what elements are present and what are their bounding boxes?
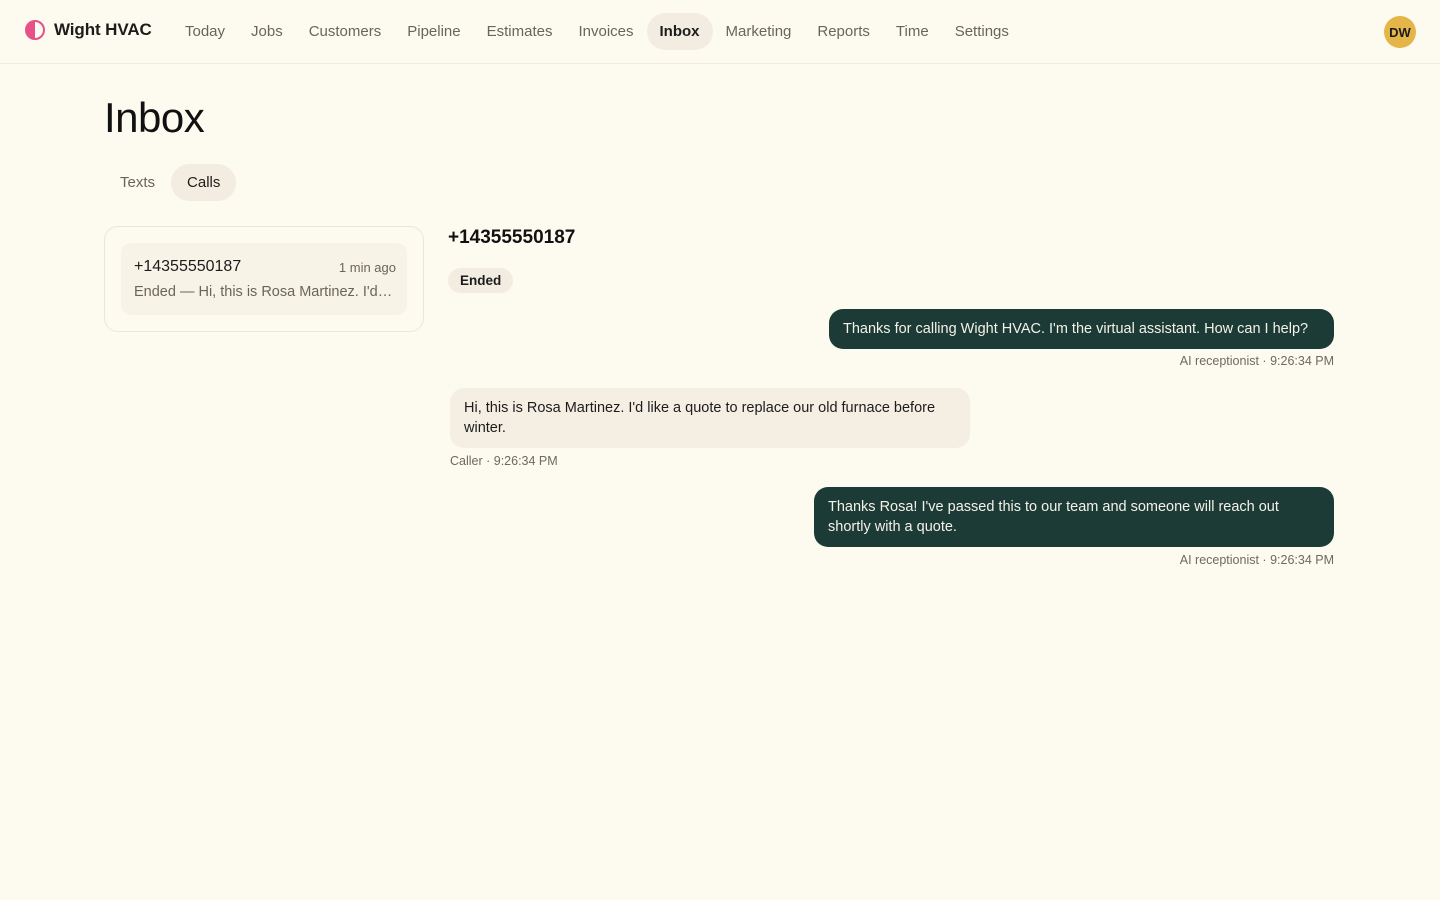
user-avatar[interactable]: DW — [1384, 16, 1416, 48]
tab-texts[interactable]: Texts — [104, 164, 171, 201]
nav-item-inbox[interactable]: Inbox — [646, 13, 713, 50]
calls-list: +14355550187 1 min ago Ended — Hi, this … — [104, 226, 424, 332]
nav-item-reports[interactable]: Reports — [804, 13, 883, 50]
status-badge: Ended — [448, 268, 514, 293]
brand[interactable]: Wight HVAC — [25, 20, 152, 40]
nav-item-time[interactable]: Time — [883, 13, 942, 50]
tab-calls[interactable]: Calls — [171, 164, 237, 201]
message-bubble-assistant: Thanks for calling Wight HVAC. I'm the v… — [829, 309, 1334, 349]
brand-logo-icon — [25, 20, 45, 40]
nav-item-pipeline[interactable]: Pipeline — [394, 13, 473, 50]
nav-item-marketing[interactable]: Marketing — [713, 13, 805, 50]
top-nav-bar: Wight HVAC Today Jobs Customers Pipeline… — [0, 0, 1440, 64]
list-item[interactable]: +14355550187 1 min ago Ended — Hi, this … — [121, 243, 407, 315]
nav-item-settings[interactable]: Settings — [942, 13, 1022, 50]
call-number: +14355550187 — [134, 258, 242, 275]
message-meta: Caller · 9:26:34 PM — [450, 454, 558, 468]
call-time-ago: 1 min ago — [338, 260, 396, 275]
message-bubble-caller: Hi, this is Rosa Martinez. I'd like a qu… — [450, 388, 970, 448]
nav-item-today[interactable]: Today — [172, 13, 238, 50]
message-meta: AI receptionist · 9:26:34 PM — [1179, 354, 1334, 368]
nav-item-invoices[interactable]: Invoices — [565, 13, 646, 50]
brand-name: Wight HVAC — [54, 20, 152, 39]
inbox-tabs: Texts Calls — [104, 164, 237, 201]
message-bubble-assistant: Thanks Rosa! I've passed this to our tea… — [814, 487, 1334, 547]
main-nav: Today Jobs Customers Pipeline Estimates … — [172, 13, 1022, 50]
detail-caller-number: +14355550187 — [448, 227, 576, 248]
nav-item-customers[interactable]: Customers — [296, 13, 395, 50]
page-title: Inbox — [104, 94, 205, 141]
call-preview: Ended — Hi, this is Rosa Martinez. I'd l… — [134, 284, 396, 300]
message-meta: AI receptionist · 9:26:34 PM — [1179, 553, 1334, 567]
nav-item-estimates[interactable]: Estimates — [474, 13, 566, 50]
nav-item-jobs[interactable]: Jobs — [238, 13, 296, 50]
